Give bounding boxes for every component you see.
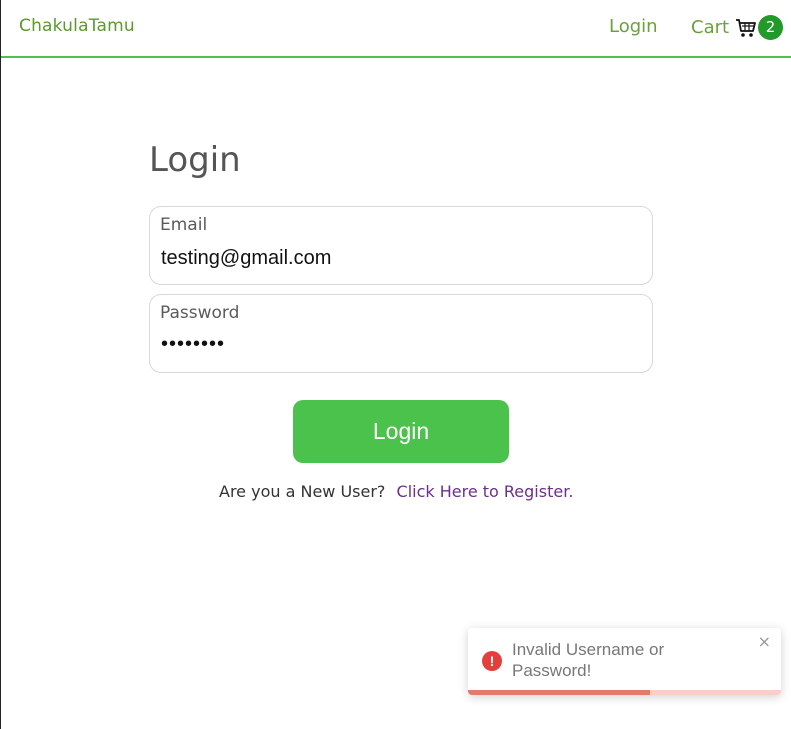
cart-label: Cart <box>691 17 730 38</box>
toast-message: Invalid Username or Password! <box>512 640 665 680</box>
nav-cart-link[interactable]: Cart 2 <box>691 15 784 40</box>
close-icon[interactable]: × <box>758 632 771 651</box>
password-label: Password <box>160 303 240 323</box>
page-title: Login <box>149 140 241 180</box>
navbar: ChakulaTamu Login Cart 2 <box>1 0 791 58</box>
error-toast: ! Invalid Username or Password! × <box>468 628 781 695</box>
email-field[interactable]: Email testing@gmail.com <box>149 206 653 285</box>
nav-login-link[interactable]: Login <box>609 16 658 37</box>
register-prompt-line: Are you a New User? Click Here to Regist… <box>219 482 573 501</box>
cart-count-badge: 2 <box>758 15 784 40</box>
password-field[interactable]: Password •••••••• <box>149 294 653 373</box>
shopping-cart-icon <box>735 17 757 39</box>
error-icon: ! <box>482 651 502 671</box>
register-prompt: Are you a New User? <box>219 482 386 501</box>
password-input[interactable]: •••••••• <box>161 333 225 356</box>
email-label: Email <box>160 215 208 235</box>
toast-progress-bar <box>468 690 650 695</box>
login-button[interactable]: Login <box>293 400 509 463</box>
toast-progress-track <box>468 690 781 695</box>
brand-logo[interactable]: ChakulaTamu <box>19 16 135 36</box>
email-input[interactable]: testing@gmail.com <box>161 247 331 270</box>
register-link[interactable]: Click Here to Register. <box>397 482 574 501</box>
